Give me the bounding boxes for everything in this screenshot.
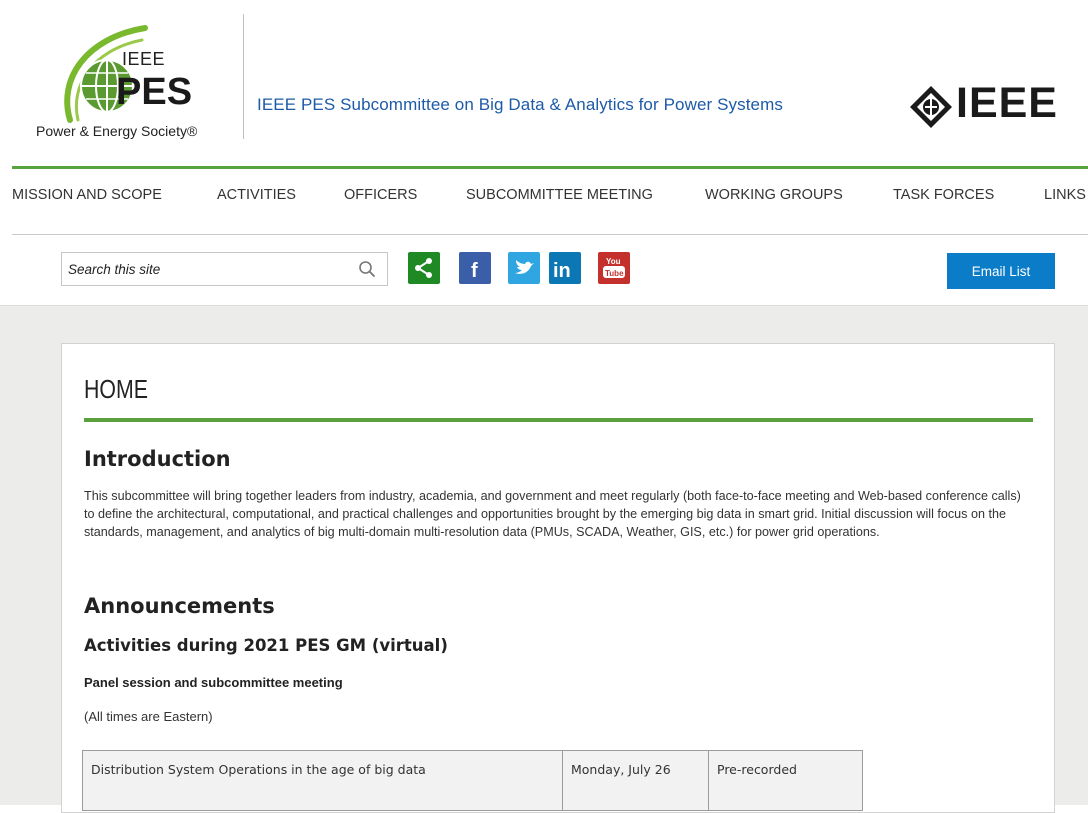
main-nav: MISSION AND SCOPE ACTIVITIES OFFICERS SU…: [0, 169, 1088, 235]
nav-item-activities[interactable]: ACTIVITIES: [217, 187, 296, 203]
page-title: HOME: [84, 374, 148, 404]
nav-item-links[interactable]: LINKS: [1044, 187, 1086, 203]
search-input[interactable]: [62, 253, 352, 285]
twitter-icon[interactable]: [508, 252, 540, 284]
schedule-table: Distribution System Operations in the ag…: [82, 750, 863, 811]
email-list-button[interactable]: Email List: [947, 253, 1055, 289]
site-header: IEEE PES Power & Energy Society® IEEE PE…: [0, 0, 1088, 166]
introduction-heading: Introduction: [84, 447, 231, 471]
ieee-diamond-icon[interactable]: [908, 84, 954, 130]
logo-caption: Power & Energy Society®: [36, 123, 198, 139]
content-card: [61, 343, 1055, 813]
header-divider: [243, 14, 244, 139]
nav-item-working-groups[interactable]: WORKING GROUPS: [705, 187, 843, 203]
facebook-icon[interactable]: f: [459, 252, 491, 284]
logo-org-main: PES: [116, 71, 192, 113]
svg-text:Tube: Tube: [605, 269, 624, 278]
toolbar: f in You Tube Email List: [0, 235, 1088, 305]
svg-text:You: You: [606, 257, 621, 266]
time-cell: Pre-recorded: [708, 750, 863, 811]
site-title[interactable]: IEEE PES Subcommittee on Big Data & Anal…: [257, 95, 783, 115]
introduction-text: This subcommittee will bring together le…: [84, 489, 1021, 539]
linkedin-icon[interactable]: in: [549, 252, 581, 284]
nav-item-officers[interactable]: OFFICERS: [344, 187, 417, 203]
svg-text:in: in: [553, 260, 571, 282]
nav-item-mission-and-scope[interactable]: MISSION AND SCOPE: [12, 187, 162, 203]
session-cell: Distribution System Operations in the ag…: [82, 750, 563, 811]
activities-heading: Activities during 2021 PES GM (virtual): [84, 636, 448, 655]
search-box: [61, 252, 388, 286]
timezone-note: (All times are Eastern): [84, 709, 213, 724]
table-row: Distribution System Operations in the ag…: [82, 750, 863, 811]
panel-heading: Panel session and subcommittee meeting: [84, 675, 343, 690]
date-cell: Monday, July 26: [562, 750, 709, 811]
title-rule: [84, 418, 1033, 422]
nav-item-task-forces[interactable]: TASK FORCES: [893, 187, 994, 203]
youtube-icon[interactable]: You Tube: [598, 252, 630, 284]
svg-text:f: f: [471, 260, 478, 282]
announcements-heading: Announcements: [84, 594, 275, 618]
ieee-wordmark[interactable]: IEEE: [956, 78, 1058, 128]
logo-org-top: IEEE: [122, 49, 165, 69]
search-icon[interactable]: [358, 260, 376, 278]
share-icon[interactable]: [408, 252, 440, 284]
nav-item-subcommittee-meeting[interactable]: SUBCOMMITTEE MEETING: [466, 187, 653, 203]
